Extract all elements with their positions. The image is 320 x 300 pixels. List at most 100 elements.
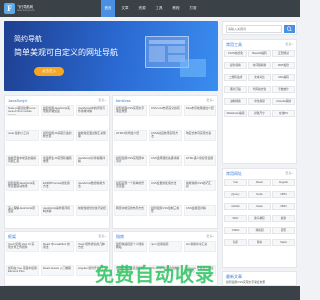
tool-tag[interactable]: 字数统计 [272, 86, 295, 93]
article-item[interactable]: node 版的小工具 [6, 130, 39, 141]
article-item[interactable]: JavaScript中的闭包与作用域详解 [76, 105, 108, 116]
article-item[interactable]: CSS Grid布局完全指南 [149, 105, 182, 116]
article-item[interactable]: 前端开发中常见的兼容问题汇总 [6, 155, 39, 166]
site-tag[interactable]: 简书 [248, 239, 271, 246]
article-item[interactable]: 前端常用CSS技巧汇总 [184, 180, 216, 191]
article-item[interactable]: Git 常用命令汇总 [184, 241, 216, 252]
site-tag[interactable]: W3C [224, 215, 247, 222]
sidebar-sites-title: 常用网址 [226, 171, 242, 176]
article-item[interactable]: React Hooks 入门教程 [41, 265, 74, 276]
tool-tag[interactable]: MD5加密 [272, 62, 295, 69]
banner-enter-button[interactable]: 点击进入 [34, 67, 64, 76]
site-tag[interactable]: Angular [272, 179, 295, 186]
site-tag[interactable]: Node [248, 191, 271, 198]
nav-item-donate[interactable]: 打赏 [186, 0, 200, 17]
section-title: 框架 [8, 234, 16, 239]
tool-tag[interactable]: 代码格式化 [248, 86, 271, 93]
tool-tag[interactable]: 单位换算 [248, 98, 271, 105]
article-item[interactable]: 如何使用JavaScript实现页面滚动效果 [6, 180, 39, 191]
article-item[interactable]: Vue3 组件通信的几种方式 [76, 241, 108, 252]
article-item[interactable]: React 中 useEffect 的用法 [41, 241, 74, 252]
article-item[interactable]: 如何实现一个简单的登录页面 [114, 180, 147, 191]
article-item[interactable]: CSS变量的使用方法 [149, 180, 182, 191]
sidebar-tools-title: 常用工具 [226, 42, 242, 47]
more-link[interactable]: 更多» [98, 98, 106, 102]
tool-tag[interactable]: 在线PS [272, 110, 295, 117]
site-tag[interactable]: CSDN [224, 227, 247, 234]
logo-icon[interactable]: F [4, 3, 15, 14]
nav-item-resources[interactable]: 资源 [135, 0, 149, 17]
site-tag[interactable]: React [248, 179, 271, 186]
tool-tag[interactable]: JSON格式化 [224, 50, 247, 57]
footer-bar [0, 286, 300, 300]
more-link[interactable]: 更多» [285, 42, 293, 46]
article-item[interactable]: CSS选择器优先级详解 [149, 155, 182, 166]
nav-item-tools[interactable]: 工具 [152, 0, 166, 17]
site-tag[interactable]: 知乎 [224, 239, 247, 246]
tool-tag[interactable]: 文本对比 [248, 74, 271, 81]
article-item[interactable]: JavaScript事件循环机制详解 [41, 205, 74, 216]
more-link[interactable]: 更多» [285, 171, 293, 175]
article-item[interactable]: Node.js错误处理"error: cannot find module ax… [6, 105, 39, 116]
site-tag[interactable]: GitHub [224, 203, 247, 210]
search-button[interactable] [284, 25, 295, 33]
tool-tag[interactable]: 时间戳转换 [248, 62, 271, 69]
article-item[interactable]: JavaScript异步编程详解 [76, 155, 108, 166]
tool-tag[interactable]: Unicode转换 [272, 98, 295, 105]
tool-tag[interactable]: 二维码生成 [224, 74, 247, 81]
article-item[interactable]: Vue3 使用 Vant UI 实现文件上传组件 [6, 241, 39, 252]
article-item[interactable]: 如何使用JS获取元素的样式值 [41, 130, 74, 141]
tool-tag[interactable]: 进制转换 [224, 98, 247, 105]
article-item[interactable]: Flex布局常用属性介绍 [184, 105, 216, 116]
tool-tag[interactable]: 屏幕尺寸 [248, 110, 271, 117]
more-link[interactable]: 更多» [206, 234, 214, 238]
article-item[interactable]: HTML5新特性介绍 [114, 130, 147, 141]
nav-item-articles[interactable]: 文章 [118, 0, 132, 17]
banner-title: 简约导航 [14, 36, 42, 43]
site-tag[interactable]: MDN [272, 203, 295, 210]
article-item[interactable]: CSS3动画效果实现方法 [149, 130, 182, 141]
article-item[interactable]: npm 使用指南 [149, 241, 182, 252]
tool-tag[interactable]: 图片压缩 [224, 86, 247, 93]
article-item[interactable]: HTML语义化标签使用 [184, 155, 216, 166]
article-item[interactable]: 如何在 Vue 项目中使用 Element Plus [6, 265, 39, 276]
site-tag[interactable]: NPM [272, 191, 295, 198]
search-box [222, 21, 297, 35]
tool-tag[interactable]: 颜色转换 [224, 62, 247, 69]
watermark-text: 免费自动收录 [95, 265, 216, 286]
article-item[interactable]: 网页中常见的布局方式 [114, 205, 147, 216]
site-tag[interactable]: 思否 [272, 227, 295, 234]
article-item[interactable]: 前端性能优化技巧总结 [76, 205, 108, 216]
more-link[interactable]: 更多» [206, 98, 214, 102]
article-item[interactable]: ES6中Promise的使用方法 [41, 180, 74, 191]
tool-tag[interactable]: URL编码 [272, 74, 295, 81]
article-item[interactable]: 前端常见面试题汇总整理 [76, 130, 108, 141]
article-item[interactable]: 使用原生JS实现轮播图效果 [41, 155, 74, 166]
site-tag[interactable]: 掘金 [272, 215, 295, 222]
nav-item-tutorials[interactable]: 教程 [169, 0, 183, 17]
site-tag[interactable]: Stack [272, 239, 295, 246]
article-item[interactable]: 深入理解JavaScript原型链 [6, 205, 39, 216]
banner-shapes [140, 31, 210, 81]
more-link[interactable]: 更多» [98, 234, 106, 238]
article-item[interactable]: 如何使用CSS实现居中对齐 [114, 155, 147, 166]
search-input[interactable] [226, 25, 282, 33]
nav-item-home[interactable]: 首页 [101, 0, 115, 17]
article-item[interactable]: CSS盒模型详解 [184, 205, 216, 216]
site-tag[interactable]: Gitee [248, 203, 271, 210]
site-tag[interactable]: Vue [224, 179, 247, 186]
article-item[interactable]: 如何使用CSS实现文字渐变效果 [114, 105, 147, 116]
site-tag[interactable]: jQuery [224, 191, 247, 198]
article-item[interactable]: JavaScript数组常用方法 [76, 180, 108, 191]
hero-banner[interactable]: 简约导航 简单美观可自定义的网址导航 点击进入 [4, 21, 218, 91]
article-item[interactable]: 响应式布局实现方案 [184, 130, 216, 141]
tool-tag[interactable]: Base64编码 [248, 50, 271, 57]
banner-subtitle: 简单美观可自定义的网址导航 [14, 48, 118, 57]
article-item[interactable]: 如何快速搭建个人博客网站 [114, 241, 147, 252]
article-item[interactable]: 如何使用JavaScript实现图片懒加载 [41, 105, 74, 116]
article-item[interactable]: 如何使用CSS绘制三角形 [149, 205, 182, 216]
tool-tag[interactable]: Markdown编辑 [224, 110, 247, 117]
tool-tag[interactable]: 正则测试 [272, 50, 295, 57]
site-tag[interactable]: 博客园 [248, 227, 271, 234]
site-tag[interactable]: 菜鸟教程 [248, 215, 271, 222]
